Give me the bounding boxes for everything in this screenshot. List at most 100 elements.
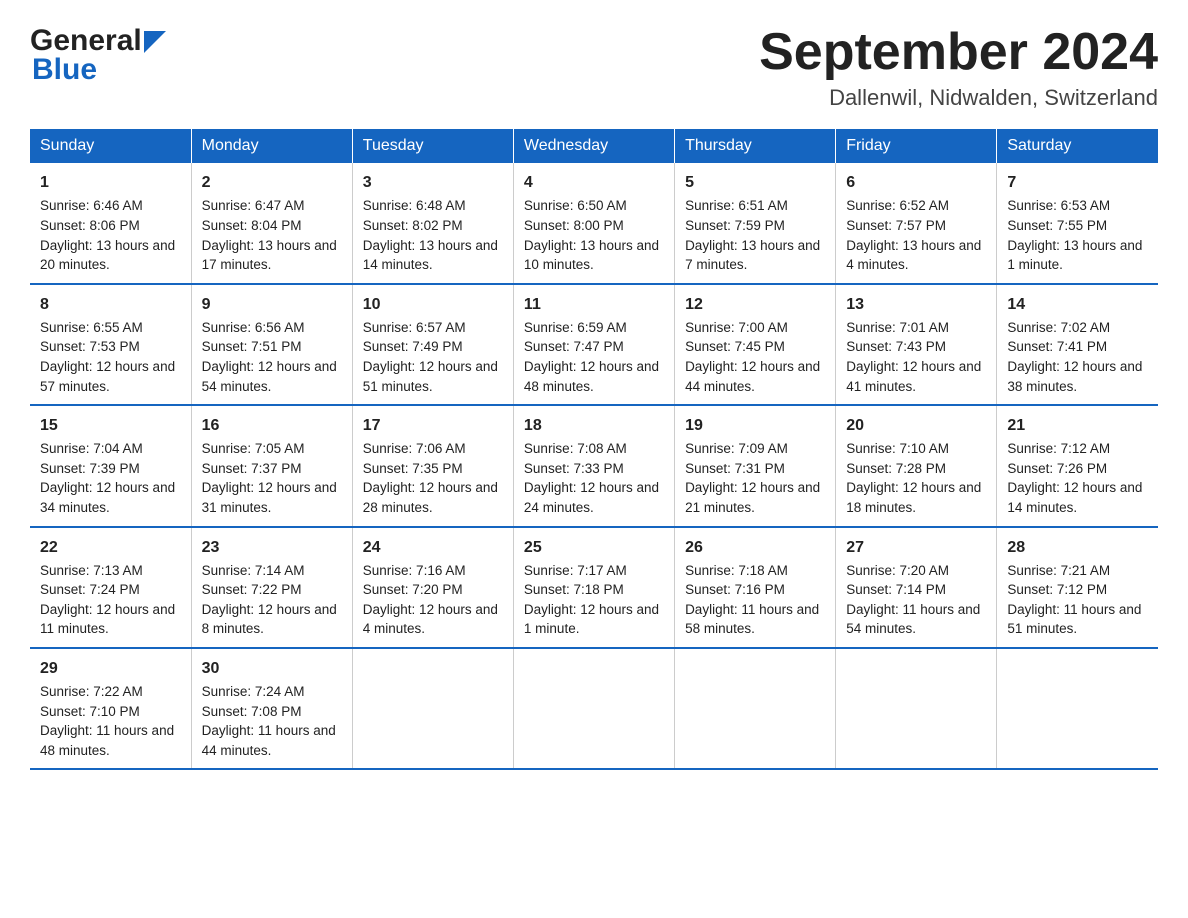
calendar-cell: 26Sunrise: 7:18 AMSunset: 7:16 PMDayligh…: [675, 527, 836, 648]
week-row-4: 22 Sunrise: 7:13 AM Sunset: 7:24 PM Dayligh…: [30, 527, 1158, 648]
sunrise-text: Sunrise: 7:22 AM: [40, 684, 143, 699]
day-number: 13: [846, 293, 986, 316]
sunset-text: Sunset: 7:14 PM: [846, 582, 946, 597]
logo-blue: Blue: [32, 53, 97, 86]
sunrise-text: Sunrise: 7:08 AM: [524, 441, 627, 456]
calendar-cell: 29Sunrise: 7:22 AMSunset: 7:10 PMDayligh…: [30, 648, 191, 769]
day-number: 16: [202, 414, 342, 437]
sunrise-text: Sunrise: 7:05 AM: [202, 441, 305, 456]
sunset-text: Sunset: 7:24 PM: [40, 582, 140, 597]
daylight-text: Daylight: 13 hours and 17 minutes.: [202, 238, 337, 273]
day-number: 22: [40, 536, 181, 559]
day-number: 14: [1007, 293, 1148, 316]
day-number: 17: [363, 414, 503, 437]
calendar-cell: 25Sunrise: 7:17 AMSunset: 7:18 PMDayligh…: [513, 527, 674, 648]
daylight-text: Daylight: 12 hours and 24 minutes.: [524, 480, 659, 515]
day-number: 7: [1007, 171, 1148, 194]
sunset-text: Sunset: 7:57 PM: [846, 218, 946, 233]
calendar-cell: [836, 648, 997, 769]
sunset-text: Sunset: 7:22 PM: [202, 582, 302, 597]
sunset-text: Sunset: 7:16 PM: [685, 582, 785, 597]
daylight-text: Daylight: 12 hours and 38 minutes.: [1007, 359, 1142, 394]
sunset-text: Sunset: 7:12 PM: [1007, 582, 1107, 597]
daylight-text: Daylight: 12 hours and 18 minutes.: [846, 480, 981, 515]
calendar-cell: 13Sunrise: 7:01 AMSunset: 7:43 PMDayligh…: [836, 284, 997, 405]
sunrise-text: Sunrise: 7:10 AM: [846, 441, 949, 456]
day-number: 10: [363, 293, 503, 316]
daylight-text: Daylight: 12 hours and 57 minutes.: [40, 359, 175, 394]
daylight-text: Daylight: 12 hours and 34 minutes.: [40, 480, 175, 515]
calendar-header: Sunday Monday Tuesday Wednesday Thursday…: [30, 129, 1158, 163]
sunrise-text: Sunrise: 6:47 AM: [202, 198, 305, 213]
daylight-text: Daylight: 11 hours and 44 minutes.: [202, 723, 336, 758]
day-number: 12: [685, 293, 825, 316]
weekday-row: Sunday Monday Tuesday Wednesday Thursday…: [30, 129, 1158, 163]
sunset-text: Sunset: 7:49 PM: [363, 339, 463, 354]
calendar-table: Sunday Monday Tuesday Wednesday Thursday…: [30, 129, 1158, 770]
day-number: 3: [363, 171, 503, 194]
sunrise-text: Sunrise: 7:17 AM: [524, 563, 627, 578]
calendar-cell: 11Sunrise: 6:59 AMSunset: 7:47 PMDayligh…: [513, 284, 674, 405]
daylight-text: Daylight: 12 hours and 54 minutes.: [202, 359, 337, 394]
sunset-text: Sunset: 7:37 PM: [202, 461, 302, 476]
sunset-text: Sunset: 8:04 PM: [202, 218, 302, 233]
daylight-text: Daylight: 11 hours and 54 minutes.: [846, 602, 980, 637]
sunrise-text: Sunrise: 7:16 AM: [363, 563, 466, 578]
calendar-cell: [513, 648, 674, 769]
calendar-cell: 5Sunrise: 6:51 AMSunset: 7:59 PMDaylight…: [675, 163, 836, 283]
sunset-text: Sunset: 7:43 PM: [846, 339, 946, 354]
calendar-cell: 28Sunrise: 7:21 AMSunset: 7:12 PMDayligh…: [997, 527, 1158, 648]
calendar-cell: 27Sunrise: 7:20 AMSunset: 7:14 PMDayligh…: [836, 527, 997, 648]
sunrise-text: Sunrise: 7:02 AM: [1007, 320, 1110, 335]
day-number: 30: [202, 657, 342, 680]
daylight-text: Daylight: 12 hours and 8 minutes.: [202, 602, 337, 637]
daylight-text: Daylight: 13 hours and 1 minute.: [1007, 238, 1142, 273]
calendar-cell: 19Sunrise: 7:09 AMSunset: 7:31 PMDayligh…: [675, 405, 836, 526]
col-tuesday: Tuesday: [352, 129, 513, 163]
calendar-page: General Blue September 2024 Dallenwil, N…: [0, 0, 1188, 800]
sunset-text: Sunset: 7:59 PM: [685, 218, 785, 233]
daylight-text: Daylight: 12 hours and 14 minutes.: [1007, 480, 1142, 515]
sunset-text: Sunset: 8:02 PM: [363, 218, 463, 233]
sunset-text: Sunset: 7:28 PM: [846, 461, 946, 476]
sunset-text: Sunset: 8:06 PM: [40, 218, 140, 233]
daylight-text: Daylight: 12 hours and 1 minute.: [524, 602, 659, 637]
sunrise-text: Sunrise: 7:13 AM: [40, 563, 143, 578]
daylight-text: Daylight: 13 hours and 7 minutes.: [685, 238, 820, 273]
calendar-cell: 22 Sunrise: 7:13 AM Sunset: 7:24 PM Dayligh…: [30, 527, 191, 648]
calendar-cell: [352, 648, 513, 769]
calendar-cell: 23Sunrise: 7:14 AMSunset: 7:22 PMDayligh…: [191, 527, 352, 648]
sunset-text: Sunset: 7:26 PM: [1007, 461, 1107, 476]
logo-triangle-icon: [144, 31, 166, 53]
sunrise-text: Sunrise: 7:20 AM: [846, 563, 949, 578]
sunrise-text: Sunrise: 6:46 AM: [40, 198, 143, 213]
sunrise-text: Sunrise: 7:24 AM: [202, 684, 305, 699]
day-number: 20: [846, 414, 986, 437]
daylight-text: Daylight: 13 hours and 14 minutes.: [363, 238, 498, 273]
sunset-text: Sunset: 7:18 PM: [524, 582, 624, 597]
sunset-text: Sunset: 7:10 PM: [40, 704, 140, 719]
calendar-cell: [997, 648, 1158, 769]
sunset-text: Sunset: 7:47 PM: [524, 339, 624, 354]
col-friday: Friday: [836, 129, 997, 163]
daylight-text: Daylight: 12 hours and 11 minutes.: [40, 602, 175, 637]
col-thursday: Thursday: [675, 129, 836, 163]
sunrise-text: Sunrise: 7:12 AM: [1007, 441, 1110, 456]
daylight-text: Daylight: 12 hours and 41 minutes.: [846, 359, 981, 394]
day-number: 2: [202, 171, 342, 194]
sunrise-text: Sunrise: 6:56 AM: [202, 320, 305, 335]
calendar-cell: 24Sunrise: 7:16 AMSunset: 7:20 PMDayligh…: [352, 527, 513, 648]
title-block: September 2024 Dallenwil, Nidwalden, Swi…: [759, 24, 1158, 111]
calendar-cell: 1Sunrise: 6:46 AMSunset: 8:06 PMDaylight…: [30, 163, 191, 283]
sunset-text: Sunset: 7:35 PM: [363, 461, 463, 476]
daylight-text: Daylight: 12 hours and 31 minutes.: [202, 480, 337, 515]
sunrise-text: Sunrise: 7:18 AM: [685, 563, 788, 578]
calendar-subtitle: Dallenwil, Nidwalden, Switzerland: [759, 85, 1158, 111]
calendar-cell: 12Sunrise: 7:00 AMSunset: 7:45 PMDayligh…: [675, 284, 836, 405]
day-number: 29: [40, 657, 181, 680]
calendar-cell: 18Sunrise: 7:08 AMSunset: 7:33 PMDayligh…: [513, 405, 674, 526]
daylight-text: Daylight: 11 hours and 58 minutes.: [685, 602, 819, 637]
sunrise-text: Sunrise: 6:59 AM: [524, 320, 627, 335]
week-row-5: 29 Sunrise: 7:22 AM Sunset: 7:10 PM Dayligh…: [30, 648, 1158, 769]
sunrise-text: Sunrise: 6:50 AM: [524, 198, 627, 213]
